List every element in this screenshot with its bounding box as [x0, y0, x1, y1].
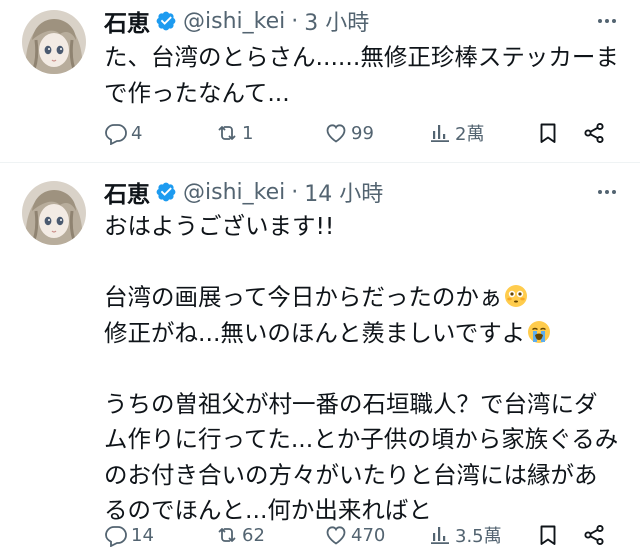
views-button[interactable]: 3.5萬 [428, 520, 502, 550]
view-count: 2萬 [455, 124, 485, 145]
tweet-timestamp[interactable]: 14 小時 [304, 176, 383, 208]
tweet-1[interactable]: 石恵 @ishi_kei · 3 小時 た、台湾のとらさん......無修正珍棒… [0, 0, 640, 162]
reply-button[interactable]: 4 [104, 118, 142, 148]
verified-badge-icon [155, 181, 177, 203]
tweet-text-line: 修正がね...無いのほんと羨ましいですよ [104, 316, 624, 352]
more-button[interactable] [594, 8, 620, 34]
tweet-text-line: で作ったなんて... [104, 78, 290, 107]
tweet-text-line: おはようございます!! [104, 212, 335, 240]
tweet-2[interactable]: 石恵 @ishi_kei · 14 小時 おはようございます!! 台湾の画展って… [0, 163, 640, 557]
tweet-timestamp[interactable]: 3 小時 [304, 5, 369, 37]
share-button[interactable] [582, 520, 606, 550]
bookmark-button[interactable] [536, 520, 560, 550]
author-name[interactable]: 石恵 [104, 175, 150, 209]
author-name[interactable]: 石恵 [104, 4, 150, 38]
share-button[interactable] [582, 118, 606, 148]
tweet-text-line: うちの曽祖父が村一番の石垣職人？で台湾にダ [104, 389, 598, 418]
tweet-text-line: た、台湾のとらさん......無修正珍棒ステッカーま [104, 43, 619, 71]
like-button[interactable]: 470 [324, 520, 385, 550]
reply-icon [104, 523, 128, 547]
tweet-text-line: 台湾の画展って今日からだったのかぁ [104, 280, 624, 316]
more-icon [595, 9, 619, 33]
retweet-button[interactable]: 62 [215, 520, 265, 550]
views-button[interactable]: 2萬 [428, 118, 484, 148]
like-icon [324, 121, 348, 145]
avatar[interactable] [22, 10, 86, 74]
tweet-text-line: のお付き合いの方々がいたりと台湾には縁があ [104, 460, 598, 489]
more-icon [595, 180, 619, 204]
loudly-crying-face-emoji [527, 320, 551, 344]
tweet-text-segment: 台湾の画展って今日からだったのかぁ [104, 283, 503, 311]
retweet-button[interactable]: 1 [215, 118, 253, 148]
retweet-icon [215, 121, 239, 145]
reply-count: 4 [131, 122, 143, 144]
verified-badge-icon [155, 10, 177, 32]
tweet-text: た、台湾のとらさん......無修正珍棒ステッカーま で作ったなんて... [104, 40, 624, 111]
tweet-header: 石恵 @ishi_kei · 14 小時 [104, 175, 620, 209]
author-handle[interactable]: @ishi_kei [183, 9, 285, 34]
tweet-text-segment: 修正がね...無いのほんと羨ましいですよ [104, 318, 526, 347]
retweet-icon [215, 523, 239, 547]
action-bar: 14 62 470 3.5萬 [104, 520, 624, 550]
tweet-header: 石恵 @ishi_kei · 3 小時 [104, 4, 620, 38]
reply-icon [104, 121, 128, 145]
bookmark-button[interactable] [536, 118, 560, 148]
like-count: 99 [351, 122, 374, 144]
avatar[interactable] [22, 181, 86, 245]
like-count: 470 [351, 524, 386, 546]
bookmark-icon [536, 523, 560, 547]
avatar-image [22, 181, 86, 245]
separator-dot: · [291, 179, 299, 205]
retweet-count: 1 [242, 122, 254, 144]
retweet-count: 62 [242, 524, 265, 546]
tweet-text: おはようございます!! 台湾の画展って今日からだったのかぁ 修正がね...無いの… [104, 209, 624, 529]
share-icon [582, 523, 606, 547]
like-icon [324, 523, 348, 547]
views-icon [428, 523, 452, 547]
author-handle[interactable]: @ishi_kei [183, 180, 285, 205]
reply-button[interactable]: 14 [104, 520, 154, 550]
like-button[interactable]: 99 [324, 118, 374, 148]
avatar-image [22, 10, 86, 74]
action-bar: 4 1 99 2萬 [104, 118, 624, 148]
separator-dot: · [291, 8, 299, 34]
views-icon [428, 121, 452, 145]
flushed-face-emoji [504, 284, 528, 308]
view-count: 3.5萬 [455, 526, 502, 547]
more-button[interactable] [594, 179, 620, 205]
bookmark-icon [536, 121, 560, 145]
reply-count: 14 [131, 524, 154, 546]
share-icon [582, 121, 606, 145]
tweet-text-line: ム作りに行ってた...とか子供の頃から家族ぐるみ [104, 425, 619, 453]
